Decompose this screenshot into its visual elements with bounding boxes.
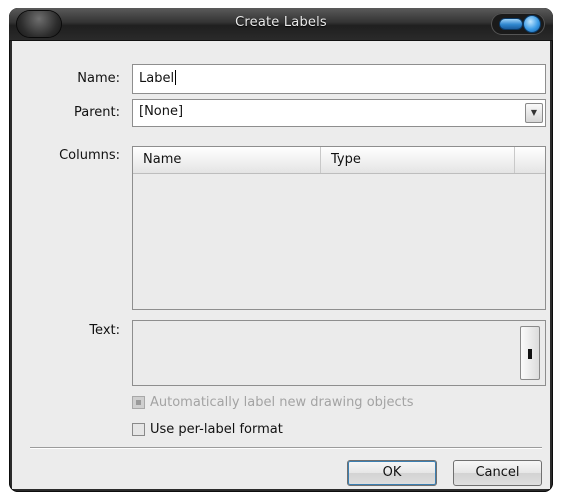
minimize-icon[interactable] — [499, 18, 523, 30]
name-input-value: Label — [139, 71, 175, 86]
close-icon[interactable] — [523, 15, 541, 33]
auto-label-text: Automatically label new drawing objects — [150, 395, 414, 410]
columns-header: Name Type — [133, 147, 545, 174]
cancel-button[interactable]: Cancel — [453, 460, 542, 486]
dialog-body: Name: Label Parent: [None] ▼ Columns: Na… — [12, 41, 550, 489]
window-buttons — [491, 13, 545, 35]
name-input[interactable]: Label — [132, 64, 546, 94]
column-header-name[interactable]: Name — [133, 147, 321, 173]
parent-dropdown-value: [None] — [139, 104, 184, 119]
parent-dropdown[interactable]: [None] ▼ — [132, 99, 546, 127]
chevron-down-icon[interactable]: ▼ — [525, 103, 543, 123]
column-header-type[interactable]: Type — [321, 147, 515, 173]
text-caret — [175, 70, 177, 85]
column-header-filler — [515, 147, 545, 173]
columns-list[interactable]: Name Type — [132, 146, 546, 310]
separator — [30, 447, 542, 449]
auto-label-checkbox — [132, 396, 145, 409]
grip-icon — [528, 349, 532, 359]
create-labels-dialog: Create Labels Name: Label Parent: [None]… — [9, 8, 553, 492]
columns-label: Columns: — [59, 148, 120, 163]
parent-label: Parent: — [74, 105, 120, 120]
per-label-checkbox[interactable] — [132, 423, 145, 436]
title-bar[interactable]: Create Labels — [9, 8, 553, 41]
ok-button[interactable]: OK — [347, 460, 437, 486]
text-label: Text: — [89, 323, 120, 338]
text-area[interactable] — [132, 320, 546, 386]
window-title: Create Labels — [235, 15, 327, 30]
per-label-text[interactable]: Use per-label format — [150, 422, 283, 437]
name-label: Name: — [77, 71, 120, 86]
scrollbar-thumb[interactable] — [520, 326, 540, 380]
